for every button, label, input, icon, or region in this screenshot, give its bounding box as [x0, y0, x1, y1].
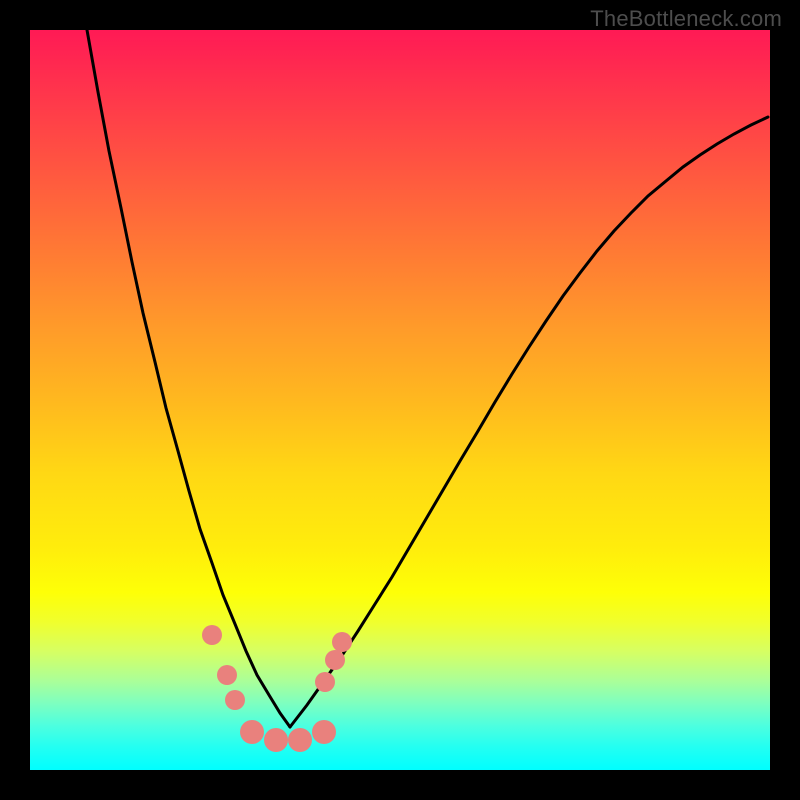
- curve-left-curve: [87, 30, 290, 727]
- left-dot-mid: [217, 665, 237, 685]
- plot-area: [30, 30, 770, 770]
- right-dot-upper: [332, 632, 352, 652]
- floor-dot-4: [312, 720, 336, 744]
- right-dot-lower: [315, 672, 335, 692]
- left-dot-lower: [225, 690, 245, 710]
- watermark-text: TheBottleneck.com: [590, 6, 782, 32]
- right-dot-mid: [325, 650, 345, 670]
- floor-dot-2: [264, 728, 288, 752]
- floor-dot-3: [288, 728, 312, 752]
- floor-dot-1: [240, 720, 264, 744]
- chart-svg: [30, 30, 770, 770]
- chart-frame: TheBottleneck.com: [0, 0, 800, 800]
- curve-right-curve: [290, 117, 768, 727]
- left-dot-upper: [202, 625, 222, 645]
